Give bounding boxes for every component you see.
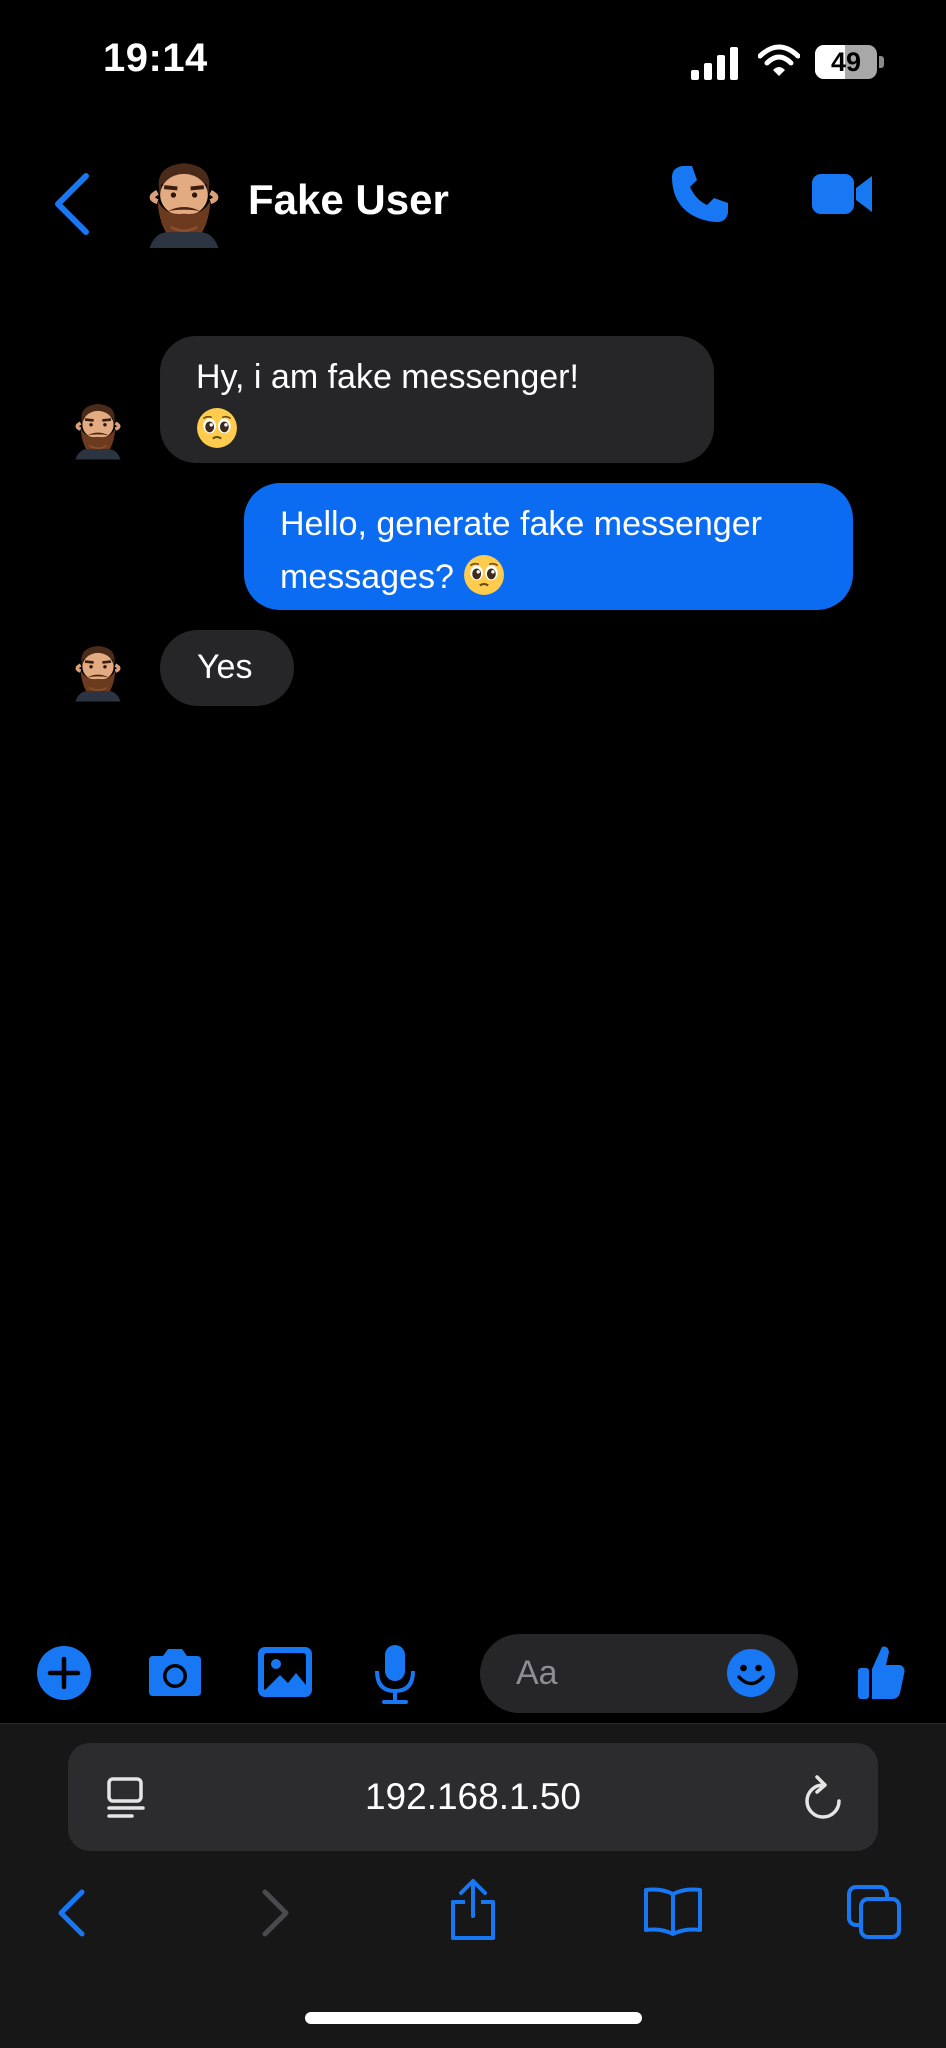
avatar[interactable] bbox=[143, 158, 225, 248]
back-chevron-icon[interactable] bbox=[52, 172, 92, 236]
home-indicator[interactable] bbox=[305, 2012, 642, 2024]
phone-icon[interactable] bbox=[668, 162, 732, 226]
message-text-line2: messages? bbox=[280, 558, 454, 596]
message-bubble-outgoing[interactable]: Hello, generate fake messenger messages? bbox=[244, 483, 853, 610]
message-bubble-incoming[interactable]: Hy, i am fake messenger! bbox=[160, 336, 714, 463]
message-bubble-incoming[interactable]: Yes bbox=[160, 630, 294, 706]
message-input[interactable]: Aa bbox=[480, 1634, 798, 1713]
forward-icon[interactable] bbox=[260, 1888, 292, 1938]
back-icon[interactable] bbox=[55, 1888, 87, 1938]
message-text: Hy, i am fake messenger! bbox=[196, 358, 579, 396]
message-avatar[interactable] bbox=[72, 642, 124, 702]
pleading-face-emoji bbox=[463, 554, 505, 596]
pleading-face-emoji bbox=[196, 407, 238, 449]
tabs-icon[interactable] bbox=[846, 1884, 902, 1940]
image-icon[interactable] bbox=[256, 1645, 314, 1699]
smiley-icon[interactable] bbox=[726, 1648, 776, 1698]
wifi-icon bbox=[758, 44, 800, 76]
bookmarks-icon[interactable] bbox=[643, 1886, 703, 1936]
share-icon[interactable] bbox=[447, 1878, 499, 1942]
thumbs-up-icon[interactable] bbox=[856, 1643, 906, 1701]
url-field[interactable]: 192.168.1.50 bbox=[68, 1743, 878, 1851]
message-text-line1: Hello, generate fake messenger bbox=[280, 505, 762, 543]
url-text: 192.168.1.50 bbox=[364, 1776, 582, 1817]
video-camera-icon[interactable] bbox=[810, 170, 874, 218]
message-avatar[interactable] bbox=[72, 400, 124, 460]
battery-icon: 49 bbox=[815, 45, 885, 79]
signal-icon bbox=[691, 47, 738, 80]
message-input-placeholder: Aa bbox=[516, 1654, 558, 1692]
camera-icon[interactable] bbox=[145, 1648, 205, 1698]
battery-level: 49 bbox=[830, 47, 862, 77]
reload-icon[interactable] bbox=[802, 1775, 844, 1821]
contact-name[interactable]: Fake User bbox=[248, 176, 449, 224]
message-text: Yes bbox=[197, 648, 253, 686]
status-time: 19:14 bbox=[103, 36, 208, 80]
plus-icon[interactable] bbox=[36, 1645, 92, 1701]
microphone-icon[interactable] bbox=[374, 1643, 416, 1705]
